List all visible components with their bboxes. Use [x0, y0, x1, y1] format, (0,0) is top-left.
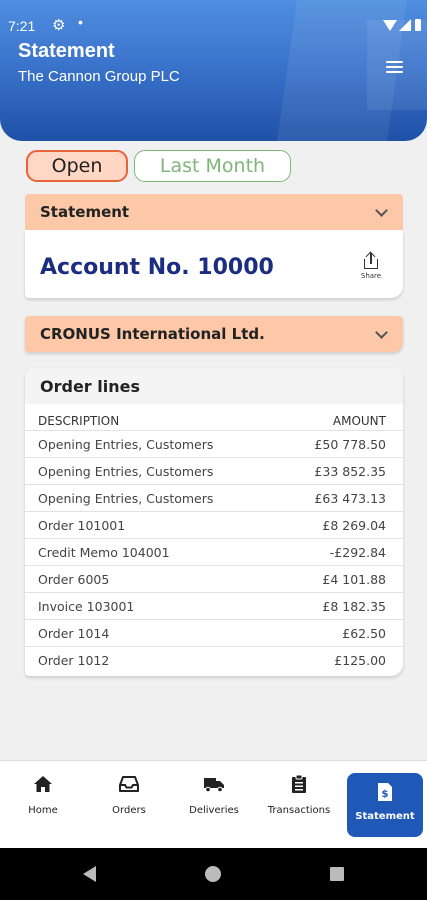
- column-amount: AMOUNT: [332, 414, 386, 428]
- row-description: Opening Entries, Customers: [38, 463, 214, 479]
- row-description: Order 1012: [38, 653, 110, 668]
- nav-orders[interactable]: Orders: [89, 773, 169, 816]
- statement-section-header[interactable]: Statement: [25, 194, 403, 230]
- table-row[interactable]: Order 6005 £4 101.88: [25, 566, 403, 593]
- row-amount: £50 778.50: [314, 436, 386, 452]
- table-row[interactable]: Order 1012 £125.00: [25, 647, 403, 674]
- nav-orders-label: Orders: [112, 805, 146, 816]
- nav-statement[interactable]: $ Statement: [347, 773, 423, 837]
- nav-statement-label: Statement: [355, 811, 415, 822]
- settings-gear-icon: ⚙: [52, 17, 66, 34]
- row-amount: £8 182.35: [322, 598, 386, 614]
- home-icon: [3, 773, 83, 795]
- clipboard-icon: [259, 773, 339, 795]
- row-description: Order 101001: [38, 517, 126, 533]
- truck-icon: [174, 773, 254, 795]
- nav-deliveries[interactable]: Deliveries: [174, 773, 254, 816]
- hamburger-menu-icon[interactable]: [386, 61, 403, 75]
- statement-doc-icon: $: [347, 781, 423, 803]
- nav-transactions[interactable]: Transactions: [259, 773, 339, 816]
- table-row[interactable]: Credit Memo 104001 -£292.84: [25, 539, 403, 566]
- home-circle-icon[interactable]: [205, 866, 221, 882]
- order-lines-card: Order lines DESCRIPTION AMOUNT Opening E…: [25, 368, 403, 676]
- table-row[interactable]: Opening Entries, Customers £50 778.50: [25, 431, 403, 458]
- recent-apps-icon[interactable]: [330, 867, 344, 881]
- row-amount: £33 852.35: [314, 463, 386, 479]
- status-bar: 7:21 ⚙ •: [0, 14, 427, 40]
- account-card: Account No. 10000 Share: [25, 230, 403, 298]
- nav-deliveries-label: Deliveries: [189, 805, 239, 816]
- company-section-title: CRONUS International Ltd.: [40, 325, 265, 343]
- filter-open-chip[interactable]: Open: [26, 150, 128, 182]
- share-button[interactable]: Share: [359, 251, 383, 280]
- row-description: Opening Entries, Customers: [38, 436, 214, 452]
- inbox-icon: [89, 773, 169, 795]
- notification-dot-icon: •: [78, 14, 83, 30]
- table-row[interactable]: Opening Entries, Customers £63 473.13: [25, 485, 403, 512]
- chevron-down-icon[interactable]: [375, 204, 388, 217]
- row-amount: £125.00: [334, 653, 386, 668]
- table-row[interactable]: Order 101001 £8 269.04: [25, 512, 403, 539]
- share-label: Share: [360, 272, 382, 280]
- company-subtitle: The Cannon Group PLC: [18, 68, 180, 85]
- row-description: Opening Entries, Customers: [38, 490, 214, 506]
- back-icon[interactable]: [83, 866, 96, 882]
- row-amount: £8 269.04: [322, 517, 386, 533]
- company-section-header[interactable]: CRONUS International Ltd.: [25, 316, 403, 352]
- status-time: 7:21: [8, 18, 36, 34]
- page-title: Statement: [18, 40, 115, 62]
- battery-icon: [415, 19, 421, 31]
- row-amount: £62.50: [342, 625, 386, 641]
- signal-icon: [399, 19, 411, 31]
- nav-transactions-label: Transactions: [267, 805, 331, 816]
- table-row[interactable]: Order 1014 £62.50: [25, 620, 403, 647]
- svg-text:$: $: [382, 789, 389, 800]
- row-description: Order 1014: [38, 625, 110, 641]
- share-icon: [363, 251, 379, 270]
- system-navigation-bar: [0, 848, 427, 900]
- filter-last-month-chip[interactable]: Last Month: [134, 150, 291, 182]
- row-amount: £63 473.13: [314, 490, 386, 506]
- row-amount: -£292.84: [329, 544, 386, 560]
- wifi-icon: [383, 20, 397, 31]
- chevron-down-icon[interactable]: [375, 326, 388, 339]
- nav-home-label: Home: [28, 805, 58, 816]
- row-description: Invoice 103001: [38, 598, 135, 614]
- nav-home[interactable]: Home: [3, 773, 83, 816]
- bottom-navigation: Home Orders Deliveries Transactions $ St…: [0, 760, 427, 848]
- table-row[interactable]: Invoice 103001 £8 182.35: [25, 593, 403, 620]
- column-description: DESCRIPTION: [38, 414, 120, 428]
- table-row[interactable]: Opening Entries, Customers £33 852.35: [25, 458, 403, 485]
- row-amount: £4 101.88: [322, 571, 386, 587]
- table-header: DESCRIPTION AMOUNT: [25, 404, 403, 431]
- order-lines-title: Order lines: [25, 368, 403, 404]
- statement-section-title: Statement: [40, 203, 130, 221]
- account-number: Account No. 10000: [40, 255, 274, 280]
- row-description: Credit Memo 104001: [38, 544, 170, 560]
- row-description: Order 6005: [38, 571, 110, 587]
